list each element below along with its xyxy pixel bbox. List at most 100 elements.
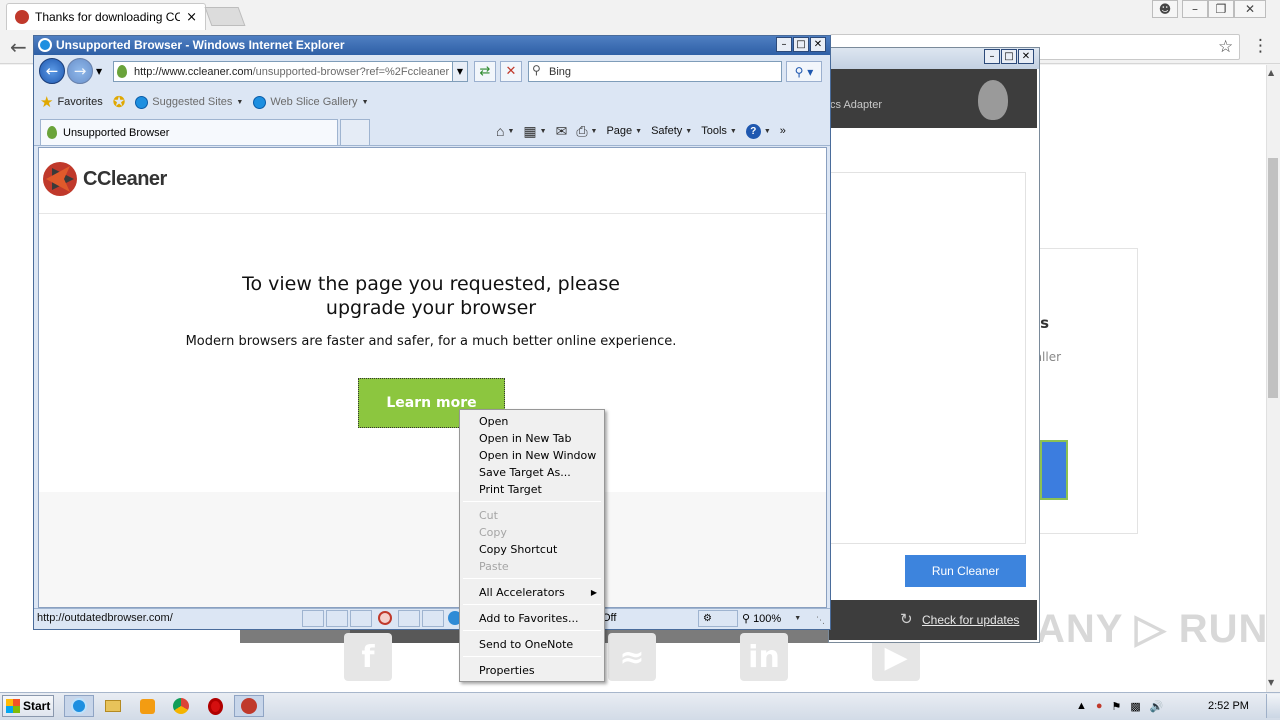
ie-tab-title: Unsupported Browser: [63, 126, 170, 139]
feeds-button[interactable]: ▦ ▼: [523, 123, 546, 140]
safety-menu[interactable]: Safety ▼: [651, 125, 692, 137]
close-icon[interactable]: ✕: [1234, 0, 1266, 18]
ie-icon: [71, 698, 87, 714]
ccleaner-action-button[interactable]: [1040, 440, 1068, 500]
menu-item-add-to-favorites[interactable]: Add to Favorites...: [461, 610, 603, 627]
chrome-menu-icon[interactable]: ⋮: [1252, 36, 1269, 56]
more-commands-button[interactable]: »: [780, 125, 786, 137]
add-favorite-icon: ✪: [112, 94, 126, 111]
volume-icon[interactable]: 🔊: [1150, 700, 1164, 713]
check-for-updates-link[interactable]: Check for updates: [922, 613, 1019, 627]
menu-item-open[interactable]: Open: [461, 413, 603, 430]
pear-logo-icon: [978, 80, 1008, 120]
tools-menu-label: Tools: [701, 125, 727, 137]
taskbar-ie[interactable]: [64, 695, 94, 717]
minimize-icon[interactable]: –: [984, 49, 1000, 64]
back-icon[interactable]: ←: [39, 58, 65, 84]
print-button[interactable]: ⎙ ▼: [576, 123, 597, 140]
scroll-down-icon[interactable]: ▼: [1268, 678, 1274, 687]
taskbar-ccleaner[interactable]: [234, 695, 264, 717]
refresh-icon: ↻: [900, 610, 913, 628]
refresh-icon[interactable]: ⇄: [474, 61, 496, 82]
user-icon[interactable]: ☻: [1152, 0, 1178, 18]
zoom-control[interactable]: ⚲ 100% ▼: [742, 612, 801, 626]
site-favicon-icon: [47, 126, 57, 139]
close-icon[interactable]: ✕: [1018, 49, 1034, 64]
chrome-scrollbar-thumb[interactable]: [1268, 158, 1278, 398]
add-favorites-button[interactable]: ✪: [113, 93, 126, 111]
taskbar-media-player[interactable]: [132, 695, 162, 717]
stop-icon[interactable]: ✕: [500, 61, 522, 82]
back-arrow-icon[interactable]: ←: [10, 35, 27, 59]
folder-icon: [105, 700, 121, 712]
ie-new-tab-button[interactable]: [340, 119, 370, 145]
ie-search-input[interactable]: Bing: [528, 61, 782, 82]
zoom-level: 100%: [753, 612, 782, 625]
web-slice-gallery-label: Web Slice Gallery: [270, 96, 358, 108]
heading-line-2: upgrade your browser: [325, 297, 537, 319]
status-cell: [302, 610, 324, 627]
chrome-new-tab-button[interactable]: [204, 7, 246, 26]
menu-item-open-new-window[interactable]: Open in New Window: [461, 447, 603, 464]
suggested-sites-button[interactable]: Suggested Sites ▼: [135, 95, 243, 109]
menu-item-print-target[interactable]: Print Target: [461, 481, 603, 498]
search-go-button[interactable]: ⚲ ▾: [786, 61, 822, 82]
chevron-down-icon: ▼: [763, 127, 771, 135]
history-dropdown-icon[interactable]: ▼: [96, 67, 102, 76]
ie-command-bar: ⌂ ▼ ▦ ▼ ✉ ⎙ ▼ Page ▼ Safety ▼ Tools ▼ ? ▼ »: [496, 120, 830, 142]
menu-item-copy-shortcut[interactable]: Copy Shortcut: [461, 541, 603, 558]
show-desktop-button[interactable]: [1266, 694, 1280, 718]
bookmark-star-icon[interactable]: ☆: [1218, 37, 1233, 57]
favorites-button[interactable]: ★ Favorites: [40, 93, 103, 111]
rss-icon[interactable]: ≈: [608, 633, 656, 681]
star-icon: ★: [40, 94, 54, 111]
lock-icon: ⚙: [703, 613, 712, 624]
start-button[interactable]: Start: [2, 695, 54, 717]
home-button[interactable]: ⌂ ▼: [496, 123, 514, 139]
menu-item-open-new-tab[interactable]: Open in New Tab: [461, 430, 603, 447]
maximize-icon[interactable]: □: [1001, 49, 1017, 64]
web-slice-gallery-button[interactable]: Web Slice Gallery ▼: [253, 95, 369, 109]
chrome-tab-ccleaner[interactable]: Thanks for downloading CCleaner ×: [6, 3, 206, 30]
help-menu[interactable]: ? ▼: [745, 123, 771, 139]
taskbar-explorer[interactable]: [98, 695, 128, 717]
ie-titlebar[interactable]: Unsupported Browser - Windows Internet E…: [34, 36, 830, 55]
minimize-icon[interactable]: –: [776, 37, 792, 52]
close-icon[interactable]: ×: [186, 10, 197, 25]
ie-favorites-bar: ★ Favorites ✪ Suggested Sites ▼ Web Slic…: [34, 89, 830, 115]
taskbar-chrome[interactable]: [166, 695, 196, 717]
suggested-sites-label: Suggested Sites: [152, 96, 233, 108]
lock-dropdown-cell[interactable]: ⚙: [698, 610, 738, 627]
minimize-icon[interactable]: –: [1182, 0, 1208, 18]
page-menu[interactable]: Page ▼: [606, 125, 642, 137]
ccleaner-tray-icon[interactable]: ●: [1096, 700, 1103, 712]
menu-item-send-to-onenote[interactable]: Send to OneNote: [461, 636, 603, 653]
page-header-divider: [39, 213, 826, 214]
network-icon[interactable]: ▩: [1130, 700, 1140, 713]
page-subtext: Modern browsers are faster and safer, fo…: [185, 334, 677, 349]
address-dropdown-icon[interactable]: ▼: [452, 62, 467, 81]
ie-address-field[interactable]: http://www.ccleaner.com/unsupported-brow…: [113, 61, 468, 82]
run-cleaner-button[interactable]: Run Cleaner: [905, 555, 1026, 587]
taskbar-opera[interactable]: [200, 695, 230, 717]
menu-item-properties[interactable]: Properties: [461, 662, 603, 679]
action-center-flag-icon[interactable]: ⚑: [1112, 700, 1122, 713]
menu-item-all-accelerators[interactable]: All Accelerators ▶: [461, 584, 603, 601]
resize-grip-icon[interactable]: ⋱: [816, 616, 825, 626]
clock[interactable]: 2:52 PM: [1208, 700, 1249, 712]
address-host: http://www.ccleaner.com: [134, 65, 253, 78]
mail-button[interactable]: ✉: [556, 123, 568, 140]
privacy-report-icon[interactable]: [378, 611, 392, 625]
restore-icon[interactable]: ❐: [1208, 0, 1234, 18]
forward-icon[interactable]: →: [67, 58, 93, 84]
maximize-icon[interactable]: □: [793, 37, 809, 52]
tray-expand-icon[interactable]: ▲: [1076, 700, 1087, 712]
close-icon[interactable]: ✕: [810, 37, 826, 52]
chevron-down-icon: ▼: [361, 98, 369, 106]
scroll-up-icon[interactable]: ▲: [1268, 68, 1274, 77]
ie-tab-unsupported-browser[interactable]: Unsupported Browser: [40, 119, 338, 145]
facebook-icon[interactable]: f: [344, 633, 392, 681]
linkedin-icon[interactable]: in: [740, 633, 788, 681]
tools-menu[interactable]: Tools ▼: [701, 125, 737, 137]
menu-item-save-target-as[interactable]: Save Target As...: [461, 464, 603, 481]
